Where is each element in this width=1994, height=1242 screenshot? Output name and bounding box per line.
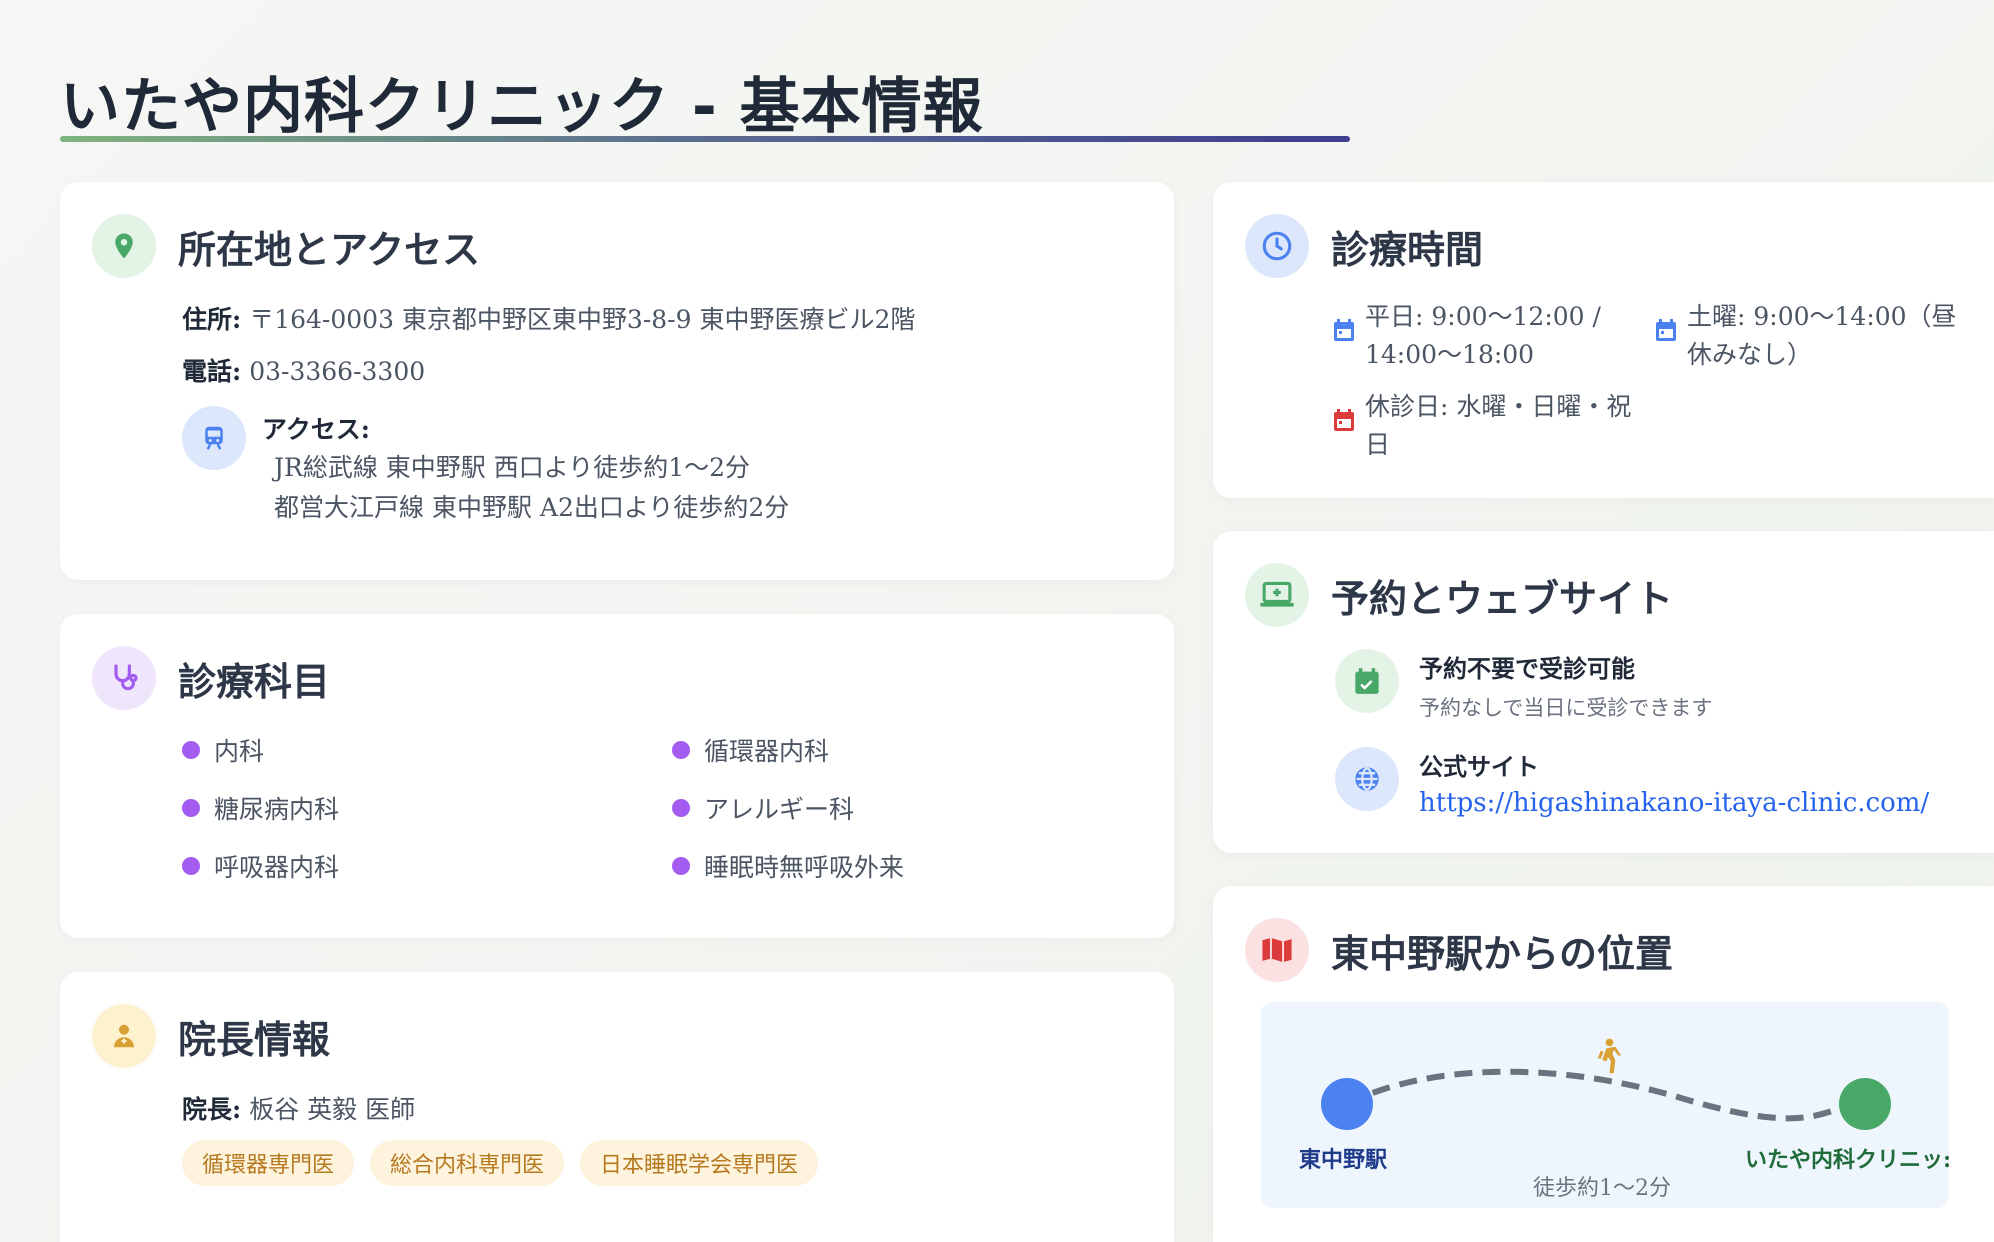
department-item: 睡眠時無呼吸外来	[672, 848, 904, 884]
department-item: 呼吸器内科	[182, 848, 339, 884]
departments-title: 診療科目	[178, 659, 331, 704]
title-underline	[60, 136, 1350, 142]
route-map: 東中野駅 いたや内科クリニッ: 徒歩約1〜2分	[1261, 1002, 1949, 1208]
department-item: アレルギー科	[672, 790, 854, 826]
walking-icon	[1597, 1038, 1622, 1074]
bullet	[182, 741, 200, 759]
address-label: 住所:	[182, 305, 242, 334]
laptop-medical-icon	[1245, 563, 1309, 627]
calendar-icon	[1334, 319, 1354, 341]
doctor-icon	[92, 1004, 156, 1068]
calendar-icon	[1656, 319, 1676, 341]
closed-days: 休診日: 水曜・日曜・祝日	[1333, 388, 1631, 464]
walk-time-label: 徒歩約1〜2分	[1533, 1176, 1671, 1201]
phone-value[interactable]: 03-3366-3300	[249, 357, 425, 386]
website-item: 公式サイト https://higashinakano-itaya-clinic…	[1335, 747, 1929, 818]
website-title: 公式サイト	[1419, 752, 1539, 781]
access-line-oedo: 都営大江戸線 東中野駅 A2出口より徒歩約2分	[274, 493, 790, 522]
clock-icon	[1245, 214, 1309, 278]
map-title: 東中野駅からの位置	[1331, 931, 1674, 976]
no-reservation-sub: 予約なしで当日に受診できます	[1419, 696, 1713, 720]
station-marker[interactable]	[1321, 1078, 1373, 1130]
qualification-tag: 循環器専門医	[182, 1140, 355, 1186]
stethoscope-icon	[92, 646, 156, 710]
departments-card: 診療科目 内科 循環器内科 糖尿病内科 アレルギー科 呼吸器内科 睡眠時無呼吸外…	[60, 614, 1174, 938]
reservation-title: 予約とウェブサイト	[1331, 576, 1674, 621]
weekday-hours: 平日: 9:00〜12:00 /14:00〜18:00	[1333, 298, 1601, 374]
globe-icon	[1335, 747, 1399, 811]
address-value: 〒164-0003 東京都中野区東中野3-8-9 東中野医療ビル2階	[249, 305, 916, 334]
bullet	[672, 741, 690, 759]
bullet	[672, 799, 690, 817]
location-title: 所在地とアクセス	[178, 227, 481, 272]
clinic-marker[interactable]	[1839, 1078, 1891, 1130]
location-card: 所在地とアクセス 住所: 〒164-0003 東京都中野区東中野3-8-9 東中…	[60, 182, 1174, 580]
director-name-row: 院長: 板谷 英毅 医師	[182, 1090, 415, 1126]
train-icon	[182, 406, 246, 470]
access-label: アクセス:	[262, 415, 370, 444]
hours-title: 診療時間	[1331, 227, 1484, 272]
director-card: 院長情報 院長: 板谷 英毅 医師 循環器専門医 総合内科専門医 日本睡眠学会専…	[60, 972, 1174, 1242]
phone-row: 電話: 03-3366-3300	[182, 352, 425, 388]
station-label: 東中野駅	[1299, 1147, 1388, 1173]
map-pin-icon	[92, 214, 156, 278]
address-row: 住所: 〒164-0003 東京都中野区東中野3-8-9 東中野医療ビル2階	[182, 300, 915, 336]
access-line-jr: JR総武線 東中野駅 西口より徒歩約1〜2分	[274, 453, 751, 482]
qualification-tags: 循環器専門医 総合内科専門医 日本睡眠学会専門医	[182, 1140, 1082, 1186]
calendar-check-icon	[1335, 649, 1399, 713]
website-link[interactable]: https://higashinakano-itaya-clinic.com/	[1419, 788, 1929, 818]
director-title: 院長情報	[178, 1017, 331, 1062]
department-item: 循環器内科	[672, 732, 829, 768]
bullet	[182, 857, 200, 875]
saturday-hours: 土曜: 9:00〜14:00（昼 休みなし）	[1655, 298, 1957, 374]
map-card: 東中野駅からの位置 東中野駅 いたや内科クリニッ: 徒歩約1〜2分	[1213, 886, 1994, 1242]
department-item: 糖尿病内科	[182, 790, 339, 826]
qualification-tag: 日本睡眠学会専門医	[580, 1140, 819, 1186]
no-reservation-item: 予約不要で受診可能 予約なしで当日に受診できます	[1335, 649, 1712, 722]
map-icon	[1245, 918, 1309, 982]
bullet	[672, 857, 690, 875]
page-title: いたや内科クリニック - 基本情報	[60, 72, 984, 142]
director-name-value: 板谷 英毅 医師	[249, 1095, 416, 1124]
reservation-card: 予約とウェブサイト 予約不要で受診可能 予約なしで当日に受診できます 公式サイト…	[1213, 531, 1994, 853]
department-item: 内科	[182, 732, 264, 768]
qualification-tag: 総合内科専門医	[370, 1140, 565, 1186]
director-name-label: 院長:	[182, 1095, 242, 1124]
hours-card: 診療時間 平日: 9:00〜12:00 /14:00〜18:00 土曜: 9:0…	[1213, 182, 1994, 498]
no-reservation-title: 予約不要で受診可能	[1419, 654, 1635, 683]
clinic-label: いたや内科クリニッ:	[1745, 1147, 1949, 1173]
bullet	[182, 799, 200, 817]
calendar-icon	[1334, 409, 1354, 431]
phone-label: 電話:	[182, 357, 242, 386]
